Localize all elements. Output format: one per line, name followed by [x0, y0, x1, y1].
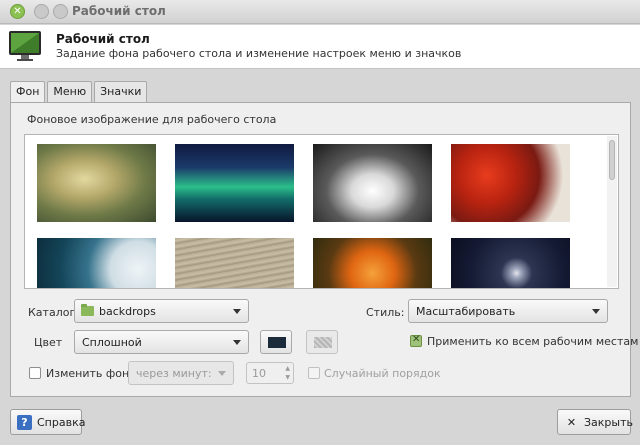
color-mode-select[interactable]: Сплошной — [74, 330, 249, 354]
random-order-checkbox[interactable] — [308, 367, 320, 379]
interval-value: через минут: — [136, 367, 212, 380]
gallery-scroll-thumb[interactable] — [609, 140, 615, 180]
tab-background[interactable]: Фон — [10, 81, 46, 104]
spin-down-icon[interactable]: ▼ — [285, 374, 290, 381]
tab-menu[interactable]: Меню — [47, 81, 93, 103]
wallpaper-thumb-red-maple[interactable] — [451, 144, 570, 222]
wallpaper-section-label: Фоновое изображение для рабочего стола — [27, 113, 277, 126]
maximize-window-icon[interactable] — [53, 4, 68, 19]
close-button-label: Закрыть — [584, 416, 633, 429]
style-select[interactable]: Масштабировать — [408, 299, 608, 323]
wallpaper-thumb-zen-garden[interactable] — [175, 238, 294, 288]
change-background-checkbox[interactable] — [29, 367, 41, 379]
color-label: Цвет — [34, 336, 63, 349]
gallery-scrollbar[interactable] — [607, 136, 617, 287]
style-label: Стиль: — [366, 306, 405, 319]
wallpaper-thumb-grass-bokeh[interactable] — [37, 144, 156, 222]
desktop-monitor-icon — [9, 31, 41, 61]
secondary-color-button[interactable] — [306, 330, 338, 354]
apply-all-workspaces-label: Применить ко всем рабочим местам — [427, 335, 639, 348]
help-button-label: Справка — [37, 416, 86, 429]
header-subtitle: Задание фона рабочего стола и изменение … — [56, 47, 462, 60]
color-mode-value: Сплошной — [82, 336, 142, 349]
chevron-down-icon — [233, 340, 241, 345]
desktop-settings-window: ✕ Рабочий стол Рабочий стол Задание фона… — [0, 0, 640, 445]
random-order-label: Случайный порядок — [324, 367, 441, 380]
wallpaper-thumb-waterfall[interactable] — [313, 144, 432, 222]
chevron-down-icon — [233, 309, 241, 314]
catalog-select[interactable]: backdrops — [74, 299, 249, 323]
wallpaper-thumb-orange-dandelion[interactable] — [313, 238, 432, 288]
interval-spinbox[interactable]: 10 ▲ ▼ — [246, 362, 294, 384]
window-title: Рабочий стол — [72, 4, 166, 18]
help-button[interactable]: ? Справка — [10, 409, 86, 435]
secondary-color-swatch — [314, 337, 332, 348]
wallpaper-thumb-blue-lens[interactable] — [37, 238, 156, 288]
minimize-window-icon[interactable] — [34, 4, 49, 19]
interval-number: 10 — [252, 367, 266, 380]
primary-color-swatch — [268, 337, 286, 348]
close-icon: ✕ — [566, 416, 577, 429]
catalog-value: backdrops — [99, 305, 156, 318]
chevron-down-icon — [592, 309, 600, 314]
primary-color-button[interactable] — [260, 330, 292, 354]
wallpaper-thumb-moon-night[interactable] — [451, 238, 570, 288]
wallpaper-gallery — [24, 134, 619, 289]
style-value: Масштабировать — [416, 305, 516, 318]
change-background-label: Изменить фон — [46, 367, 130, 380]
help-icon: ? — [17, 415, 32, 430]
interval-select[interactable]: через минут: — [128, 361, 234, 385]
dialog-header: Рабочий стол Задание фона рабочего стола… — [0, 25, 640, 69]
title-bar: ✕ Рабочий стол — [0, 0, 640, 24]
apply-all-workspaces-checkbox[interactable] — [410, 334, 422, 347]
header-title: Рабочий стол — [56, 32, 150, 46]
spin-up-icon[interactable]: ▲ — [285, 365, 290, 372]
tab-icons[interactable]: Значки — [94, 81, 148, 103]
close-button[interactable]: ✕ Закрыть — [557, 409, 633, 435]
wallpaper-thumb-aurora[interactable] — [175, 144, 294, 222]
close-window-icon[interactable]: ✕ — [10, 4, 25, 19]
folder-icon — [81, 304, 94, 316]
catalog-label: Каталог — [28, 306, 76, 319]
chevron-down-icon — [218, 371, 226, 376]
tab-bar: Фон Меню Значки — [10, 81, 149, 104]
